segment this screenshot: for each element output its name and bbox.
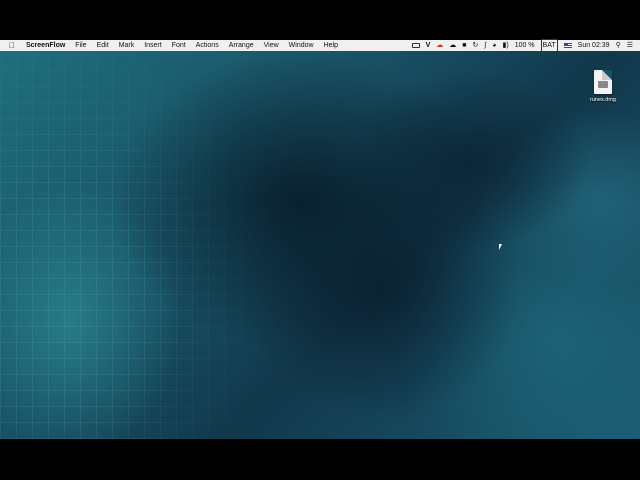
menu-bar:  ScreenFlow File Edit Mark Insert Font …: [0, 39, 640, 52]
desktop-file-runes-dmg[interactable]: runes.dmg: [588, 70, 618, 103]
menu-view[interactable]: View: [259, 40, 284, 51]
menu-help[interactable]: Help: [319, 40, 343, 51]
menu-edit[interactable]: Edit: [92, 40, 114, 51]
menu-insert[interactable]: Insert: [139, 40, 167, 51]
mouse-cursor: [499, 244, 502, 250]
bluetooth-icon[interactable]: ∫: [484, 40, 486, 51]
menu-mark[interactable]: Mark: [114, 40, 140, 51]
desktop-wallpaper: [0, 40, 640, 439]
clock[interactable]: Sun 02:39: [578, 40, 610, 51]
time-machine-icon[interactable]: ↻: [472, 40, 478, 51]
battery-percent: 100 %: [514, 42, 535, 49]
volume-icon[interactable]: ▮): [503, 40, 509, 51]
menu-arrange[interactable]: Arrange: [224, 40, 259, 51]
menu-window[interactable]: Window: [284, 40, 319, 51]
wallpaper-tile-pattern: [0, 40, 640, 439]
disk-image-glyph: [598, 81, 608, 88]
control-center-icon[interactable]: ☰: [627, 40, 633, 51]
menu-font[interactable]: Font: [167, 40, 191, 51]
vpn-icon[interactable]: V: [426, 40, 431, 51]
disk-icon[interactable]: ■: [462, 40, 466, 51]
menu-actions[interactable]: Actions: [191, 40, 224, 51]
menu-app-name[interactable]: ScreenFlow: [21, 40, 70, 51]
cloud-icon[interactable]: ☁: [449, 40, 456, 51]
flag-icon[interactable]: [563, 43, 572, 48]
dmg-file-icon: [594, 70, 612, 94]
cloud-red-icon[interactable]: ☁: [436, 40, 443, 51]
menu-file[interactable]: File: [70, 40, 91, 51]
desktop-file-label: runes.dmg: [590, 97, 616, 103]
battery-icon[interactable]: BAT: [540, 39, 558, 52]
wifi-icon[interactable]: ◕: [492, 40, 496, 51]
screen-record-icon[interactable]: [411, 43, 420, 48]
search-icon[interactable]: ⚲: [616, 40, 621, 51]
apple-icon[interactable]: : [0, 40, 21, 51]
